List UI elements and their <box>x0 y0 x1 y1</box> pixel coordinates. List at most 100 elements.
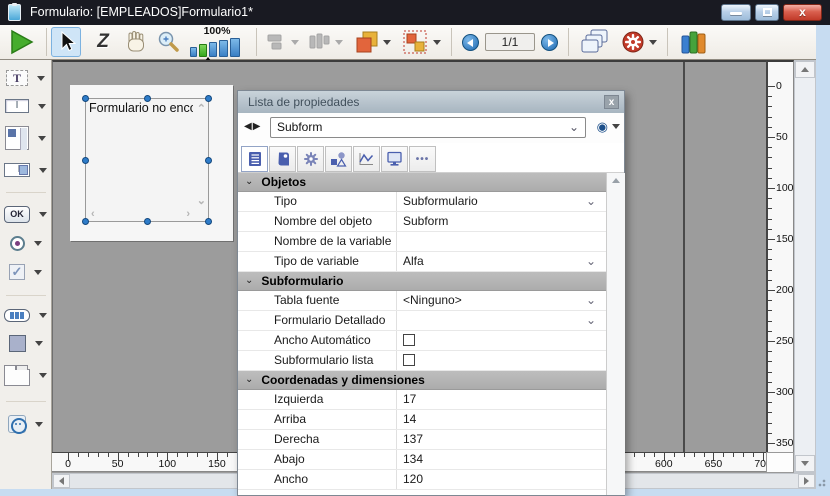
selection-handle[interactable] <box>82 218 89 225</box>
subform-horizontal-scrollbar: ‹ › <box>87 208 194 220</box>
selection-handle[interactable] <box>82 95 89 102</box>
sidebar-item-button[interactable]: OK <box>4 206 47 223</box>
property-value[interactable]: ⌄ <box>396 311 606 330</box>
resize-grip[interactable] <box>818 477 828 487</box>
chevron-down-icon[interactable]: ⌄ <box>586 291 596 310</box>
static-text-dropdown-icon[interactable] <box>37 76 45 81</box>
next-page-button[interactable] <box>541 34 558 51</box>
object-prev-next-icons[interactable]: ◀▶ <box>244 121 261 132</box>
sidebar-item-input-field[interactable]: I <box>5 99 46 113</box>
minimize-button[interactable] <box>721 4 751 21</box>
property-section-header[interactable]: ⌄Subformulario <box>238 272 606 291</box>
section-collapse-icon[interactable]: ⌄ <box>245 276 253 286</box>
property-value[interactable]: 134 <box>396 450 606 469</box>
button-tool-dropdown-icon[interactable] <box>39 212 47 217</box>
align-button[interactable] <box>267 33 299 51</box>
scroll-left-button[interactable] <box>53 474 70 488</box>
plugin-subform-dropdown-icon[interactable] <box>35 422 43 427</box>
property-value[interactable]: 14 <box>396 410 606 429</box>
sidebar-item-plugin-subform[interactable] <box>8 415 43 433</box>
tab-objects[interactable] <box>325 146 352 172</box>
rectangle-dropdown-icon[interactable] <box>35 341 43 346</box>
scroll-right-button[interactable] <box>798 474 815 488</box>
scroll-up-button[interactable] <box>795 61 815 78</box>
sidebar-item-radio-button[interactable] <box>10 236 42 251</box>
check-box-dropdown-icon[interactable] <box>34 270 42 275</box>
chevron-down-icon[interactable]: ⌄ <box>586 192 596 211</box>
section-collapse-icon[interactable]: ⌄ <box>245 177 253 187</box>
object-library-button[interactable] <box>680 30 708 54</box>
input-field-dropdown-icon[interactable] <box>38 104 46 109</box>
list-box-dropdown-icon[interactable] <box>38 136 46 141</box>
previous-page-button[interactable] <box>462 34 479 51</box>
display-options-button[interactable] <box>621 30 657 54</box>
selection-handle[interactable] <box>205 95 212 102</box>
vertical-scrollbar[interactable] <box>794 60 816 473</box>
manage-levels-button[interactable] <box>355 30 391 54</box>
zoom-tool-button[interactable] <box>156 30 180 54</box>
sidebar-item-combo-box[interactable]: I <box>4 163 47 177</box>
tab-data[interactable] <box>269 146 296 172</box>
close-button[interactable]: x <box>783 4 822 21</box>
combo-box-dropdown-icon[interactable] <box>39 168 47 173</box>
sidebar-item-check-box[interactable]: ✓ <box>9 264 42 280</box>
property-value[interactable]: Alfa⌄ <box>396 252 606 271</box>
checkbox[interactable] <box>403 354 415 366</box>
selection-handle[interactable] <box>205 157 212 164</box>
section-collapse-icon[interactable]: ⌄ <box>245 375 253 385</box>
sidebar-item-rectangle[interactable] <box>9 335 43 352</box>
move-tool-button[interactable] <box>124 30 148 54</box>
property-value[interactable]: 17 <box>396 390 606 409</box>
sidebar-item-list-box[interactable] <box>5 126 46 150</box>
sidebar-item-static-text[interactable]: T <box>6 70 45 86</box>
selection-handle[interactable] <box>144 95 151 102</box>
property-value[interactable]: Subformulario⌄ <box>396 192 606 211</box>
property-section-header[interactable]: ⌄Coordenadas y dimensiones <box>238 371 606 390</box>
property-value[interactable] <box>396 351 606 370</box>
levels-dropdown-icon[interactable] <box>383 40 391 45</box>
panel-title-bar[interactable]: Lista de propiedades x <box>238 91 624 113</box>
selection-handle[interactable] <box>205 218 212 225</box>
button-bar-dropdown-icon[interactable] <box>39 313 47 318</box>
property-value[interactable]: 137 <box>396 430 606 449</box>
tab-events[interactable] <box>353 146 380 172</box>
scroll-down-button[interactable] <box>795 455 815 472</box>
zoom-level-control[interactable]: 100% <box>188 25 246 59</box>
eye-icon: ◉ <box>597 120 608 133</box>
checkbox[interactable] <box>403 334 415 346</box>
tab-display[interactable] <box>381 146 408 172</box>
group-dropdown-icon[interactable] <box>433 40 441 45</box>
distribute-dropdown-icon[interactable] <box>335 40 343 45</box>
align-dropdown-icon[interactable] <box>291 40 299 45</box>
group-button[interactable] <box>403 30 441 54</box>
view-options-button[interactable]: ◉ <box>597 120 620 133</box>
property-value[interactable] <box>396 232 606 251</box>
radio-button-dropdown-icon[interactable] <box>34 241 42 246</box>
panel-close-button[interactable]: x <box>604 95 619 109</box>
tab-settings[interactable] <box>297 146 324 172</box>
distribute-button[interactable] <box>309 33 343 51</box>
maximize-button[interactable] <box>755 4 779 21</box>
select-tool-button[interactable] <box>51 27 81 57</box>
selection-handle[interactable] <box>82 157 89 164</box>
panel-scrollbar[interactable] <box>606 173 625 495</box>
tab-properties-list[interactable] <box>241 146 268 172</box>
chevron-down-icon[interactable]: ⌄ <box>586 252 596 271</box>
property-value[interactable] <box>396 331 606 350</box>
selection-handle[interactable] <box>144 218 151 225</box>
entry-order-tool-button[interactable]: Z <box>90 31 116 53</box>
chevron-down-icon[interactable]: ⌄ <box>586 311 596 330</box>
execute-form-button[interactable] <box>8 29 36 55</box>
object-selector[interactable]: Subform ⌄ <box>270 117 586 138</box>
property-value[interactable]: <Ninguno>⌄ <box>396 291 606 310</box>
sidebar-item-button-bar[interactable] <box>4 309 47 322</box>
form-pages-button[interactable] <box>581 29 609 55</box>
property-value[interactable]: 120 <box>396 470 606 489</box>
tab-more[interactable]: ••• <box>409 146 436 172</box>
property-section-header[interactable]: ⌄Objetos <box>238 173 606 192</box>
display-options-dropdown-icon[interactable] <box>649 40 657 45</box>
property-value[interactable]: Subform <box>396 212 606 231</box>
tab-control-dropdown-icon[interactable] <box>39 373 47 378</box>
sidebar-item-tab-control[interactable] <box>4 365 47 386</box>
subform-object[interactable]: Formulario no encontr ⌃ ⌄ ‹ › <box>85 98 209 222</box>
